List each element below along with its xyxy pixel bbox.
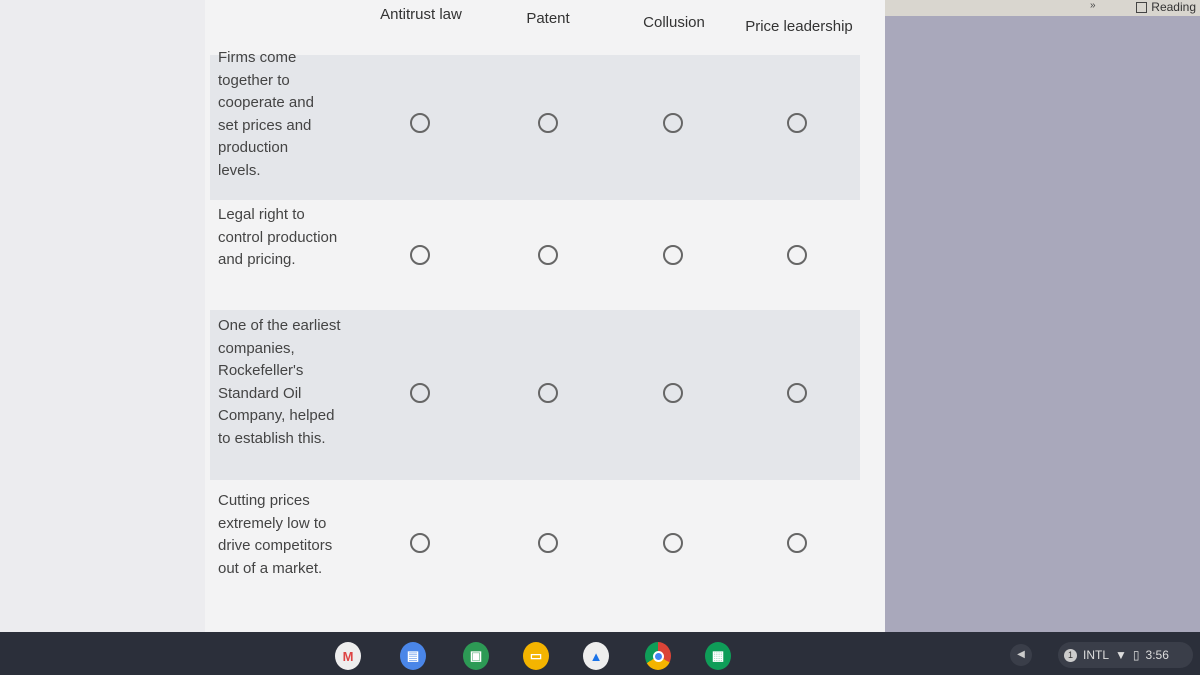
clock: 3:56 [1145,648,1169,662]
chromeos-shelf: M ▤ ▣ ▭ ▲ ▦ ◀ 1 INTL ▼ ▯ 3:56 [0,632,1200,675]
radio-antitrust-law[interactable] [410,245,430,265]
input-method: INTL [1083,648,1110,662]
sheets-icon[interactable]: ▦ [705,642,731,670]
radio-collusion[interactable] [663,245,683,265]
page-background-right [885,14,1200,632]
wifi-icon: ▼ [1115,648,1127,662]
notification-icon[interactable]: ◀ [1010,644,1032,666]
row-label: One of the earliest companies, Rockefell… [218,317,341,447]
row-label: Cutting prices extremely low to drive co… [218,492,333,577]
radio-patent[interactable] [538,533,558,553]
radio-price-leadership[interactable] [787,245,807,265]
grid-row: Cutting prices extremely low to drive co… [210,480,860,630]
column-header-antitrust-law: Antitrust law [380,6,462,23]
grid-row: One of the earliest companies, Rockefell… [210,310,860,480]
radio-price-leadership[interactable] [787,383,807,403]
radio-collusion[interactable] [663,383,683,403]
slides-icon[interactable]: ▭ [523,642,549,670]
radio-patent[interactable] [538,383,558,403]
column-header-collusion: Collusion [643,14,705,31]
grid-row: Legal right to control production and pr… [210,200,860,310]
radio-patent[interactable] [538,113,558,133]
radio-antitrust-law[interactable] [410,383,430,403]
chrome-icon[interactable] [645,642,671,670]
radio-price-leadership[interactable] [787,533,807,553]
docs-icon[interactable]: ▤ [400,642,426,670]
radio-collusion[interactable] [663,533,683,553]
radio-patent[interactable] [538,245,558,265]
more-bookmarks-icon[interactable]: » [1090,0,1096,11]
radio-price-leadership[interactable] [787,113,807,133]
drive-icon[interactable]: ▲ [583,642,609,670]
row-label: Firms come together to cooperate and set… [218,49,314,179]
radio-antitrust-law[interactable] [410,113,430,133]
gmail-icon[interactable]: M [335,642,361,670]
reading-list-icon [1136,1,1148,13]
battery-icon: ▯ [1132,648,1140,662]
row-label: Legal right to control production and pr… [218,206,338,268]
status-tray[interactable]: 1 INTL ▼ ▯ 3:56 [1058,642,1193,668]
notification-count: 1 [1064,648,1077,662]
reading-list-button[interactable]: Reading [1136,0,1196,14]
column-header-price-leadership: Price leadership [745,18,853,35]
page-background [0,0,205,632]
column-header-patent: Patent [526,10,570,27]
radio-antitrust-law[interactable] [410,533,430,553]
grid-row: Firms come together to cooperate and set… [210,49,860,200]
classroom-icon[interactable]: ▣ [463,642,489,670]
radio-collusion[interactable] [663,113,683,133]
